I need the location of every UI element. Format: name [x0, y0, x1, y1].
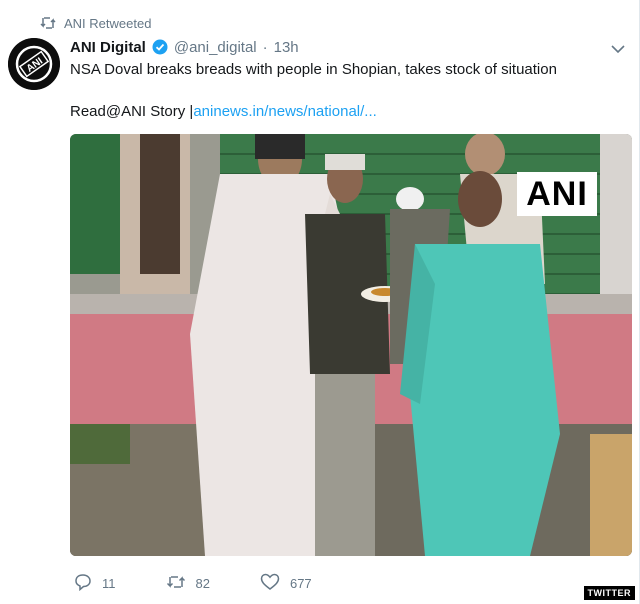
- tweet-link[interactable]: aninews.in/news/national/...: [193, 103, 376, 120]
- verified-icon: [152, 39, 168, 55]
- chevron-down-icon[interactable]: [609, 40, 627, 58]
- tweet-card: ANI Retweeted ANI ANI Digital @ani_digit…: [0, 0, 640, 604]
- separator-dot: ·: [262, 38, 268, 56]
- like-icon: [260, 573, 280, 594]
- tweet-actions: 11 82 677: [74, 572, 362, 594]
- retweet-button[interactable]: 82: [166, 574, 210, 593]
- avatar[interactable]: ANI: [8, 38, 60, 90]
- video-watermark-badge: ANI: [517, 172, 597, 216]
- tweet-text: NSA Doval breaks breads with people in S…: [70, 61, 557, 78]
- retweet-icon: [166, 574, 186, 593]
- retweet-count: 82: [195, 575, 210, 591]
- tweet-header: ANI Digital @ani_digital · 13h: [70, 36, 599, 58]
- source-watermark: TWITTER: [583, 586, 635, 600]
- reply-button[interactable]: 11: [74, 573, 116, 594]
- retweet-label[interactable]: ANI Retweeted: [64, 16, 151, 31]
- tweet-video[interactable]: ANI: [70, 134, 632, 556]
- retweet-indicator: ANI Retweeted: [40, 14, 151, 32]
- read-prefix: Read@ANI Story |: [70, 103, 194, 120]
- retweet-icon: [40, 16, 56, 30]
- tweet-timestamp[interactable]: 13h: [274, 39, 299, 56]
- like-button[interactable]: 677: [260, 573, 312, 594]
- tweet-read-line: Read@ANI Story |aninews.in/news/national…: [70, 103, 377, 120]
- author-handle[interactable]: @ani_digital: [174, 39, 257, 56]
- like-count: 677: [289, 575, 312, 591]
- reply-icon: [74, 573, 92, 594]
- author-name[interactable]: ANI Digital: [70, 39, 146, 56]
- reply-count: 11: [102, 575, 116, 591]
